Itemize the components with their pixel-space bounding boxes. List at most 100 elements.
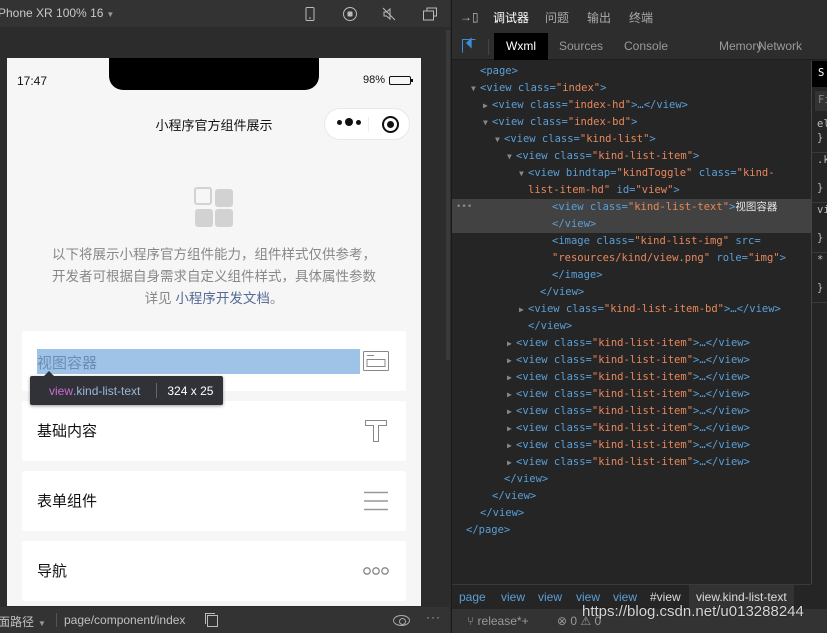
wxml-node[interactable]: </page> <box>452 522 811 539</box>
wxml-node[interactable]: ▶ <view class="kind-list-item">…</view> <box>452 403 811 420</box>
phone-icon[interactable] <box>302 6 318 22</box>
collapse-triangle-icon[interactable]: ▶ <box>507 403 512 420</box>
wxml-node[interactable]: </view> <box>452 318 811 335</box>
wxml-node[interactable]: ▼ <view class="index"> <box>452 80 811 97</box>
wxml-node-content: ▶ <view class="kind-list-item">…</view> <box>507 335 750 352</box>
tooltip-class: .kind-list-text <box>73 383 141 398</box>
wxml-node-content: ▼ <view bindtap="kindToggle" class="kind- <box>519 165 775 182</box>
wxml-node[interactable]: "resources/kind/view.png" role="img"> <box>452 250 811 267</box>
collapse-triangle-icon[interactable]: ▶ <box>507 437 512 454</box>
wxml-node[interactable]: ▶ <view class="kind-list-item">…</view> <box>452 369 811 386</box>
code-token: <view <box>516 388 548 400</box>
wxml-node[interactable]: ▶ <view class="index-hd">…</view> <box>452 97 811 114</box>
tab-output[interactable]: 输出 <box>587 9 611 26</box>
wxml-node-selected[interactable]: <view class="kind-list-text">视图容器 ••• <box>452 199 811 216</box>
more-actions-icon[interactable]: ••• <box>456 199 472 216</box>
close-circle-icon[interactable] <box>382 116 399 133</box>
collapse-triangle-icon[interactable]: ▶ <box>507 386 512 403</box>
expand-triangle-icon[interactable]: ▼ <box>471 80 476 97</box>
code-token: "index-bd" <box>567 116 632 128</box>
kind-list-label: 视图容器 <box>37 355 98 372</box>
wxml-node-selected[interactable]: </view> <box>452 216 811 233</box>
docs-link[interactable]: 小程序开发文档 <box>175 291 270 306</box>
page-path-select[interactable]: 面路径 ▼ <box>0 613 46 630</box>
tab-terminal[interactable]: 终端 <box>629 9 653 26</box>
window-icon[interactable] <box>422 6 438 22</box>
code-token: "kind-list-item" <box>591 439 694 451</box>
breadcrumb-item[interactable]: view <box>538 590 562 604</box>
code-token: </view> <box>492 490 537 502</box>
breadcrumb-item[interactable]: view <box>501 590 525 604</box>
expand-triangle-icon[interactable]: ▼ <box>495 131 500 148</box>
expand-triangle-icon[interactable]: ▼ <box>519 165 524 182</box>
styles-tab[interactable]: S <box>812 61 827 87</box>
wxml-node[interactable]: </view> <box>452 505 811 522</box>
wxml-node[interactable]: </view> <box>452 488 811 505</box>
collapse-triangle-icon[interactable]: ▶ <box>507 335 512 352</box>
tab-wxml[interactable]: Wxml <box>494 33 548 60</box>
style-rule: vi } <box>812 203 827 253</box>
collapse-triangle-icon[interactable]: ▶ <box>519 301 524 318</box>
tooltip-tag: view <box>49 383 74 398</box>
wxml-node[interactable]: </view> <box>452 284 811 301</box>
element-picker-icon[interactable] <box>462 39 476 53</box>
kind-list-item[interactable]: 导航 <box>22 541 406 601</box>
breadcrumb-item[interactable]: view <box>613 590 637 604</box>
tooltip-divider <box>156 383 158 398</box>
kind-list-label: 导航 <box>37 563 68 580</box>
record-stop-icon[interactable] <box>342 6 358 22</box>
tab-issues[interactable]: 问题 <box>545 9 569 26</box>
wxml-node[interactable]: </view> <box>452 471 811 488</box>
wxml-node[interactable]: ▶ <view class="kind-list-item">…</view> <box>452 352 811 369</box>
code-token: <page> <box>480 65 518 77</box>
collapse-triangle-icon[interactable]: ▶ <box>507 420 512 437</box>
wxml-node[interactable]: ▶ <view class="kind-list-item">…</view> <box>452 386 811 403</box>
wxml-node[interactable]: </image> <box>452 267 811 284</box>
git-branch[interactable]: ⑂ release*+ <box>467 614 529 628</box>
wxml-node-content: ▼ <view class="index"> <box>471 80 606 97</box>
wxml-node[interactable]: ▼ <view bindtap="kindToggle" class="kind- <box>452 165 811 182</box>
collapse-triangle-icon[interactable]: ▶ <box>483 97 488 114</box>
wxml-node[interactable]: ▶ <view class="kind-list-item">…</view> <box>452 335 811 352</box>
breadcrumb-item[interactable]: view <box>576 590 600 604</box>
wxml-node[interactable]: ▼ <view class="index-bd"> <box>452 114 811 131</box>
tab-sources[interactable]: Sources <box>547 33 615 60</box>
more-dots-icon[interactable] <box>337 118 361 126</box>
wxml-node[interactable]: ▶ <view class="kind-list-item-bd">…</view… <box>452 301 811 318</box>
device-select[interactable]: Phone XR 100% 16 ▼ <box>0 6 114 20</box>
tab-console[interactable]: Console <box>612 33 680 60</box>
wxml-node[interactable]: ▶ <view class="kind-list-item">…</view> <box>452 420 811 437</box>
breadcrumb-item[interactable]: #view <box>650 590 681 604</box>
wxml-node[interactable]: ▶ <view class="kind-list-item">…</view> <box>452 437 811 454</box>
kind-list-label: 基础内容 <box>37 423 98 440</box>
code-token: bindtap= <box>559 167 617 179</box>
breadcrumb-item[interactable]: page <box>459 590 486 604</box>
more-icon[interactable]: ··· <box>426 610 441 624</box>
mute-icon[interactable] <box>381 6 397 22</box>
wxml-node[interactable]: <page> <box>452 63 811 80</box>
styles-filter-input[interactable]: Fi <box>815 91 827 111</box>
wxml-node[interactable]: ▶ <view class="kind-list-item">…</view> <box>452 454 811 471</box>
tab-network[interactable]: Network <box>746 33 814 60</box>
wxml-node[interactable]: ▼ <view class="kind-list"> <box>452 131 811 148</box>
expand-triangle-icon[interactable]: ▼ <box>507 148 512 165</box>
collapse-triangle-icon[interactable]: ▶ <box>507 454 512 471</box>
tab-debugger[interactable]: 调试器 <box>493 9 530 34</box>
kind-list-item[interactable]: 基础内容 <box>22 401 406 461</box>
collapse-triangle-icon[interactable]: ▶ <box>507 369 512 386</box>
wxml-node-content: </view> <box>504 471 548 488</box>
kind-list-item[interactable]: 表单组件 <box>22 471 406 531</box>
phone-screen: 17:47 98% 小程序官方组件展示 以下将展示小程序官方组件能力，组件样式仅… <box>7 58 421 606</box>
wxml-node[interactable]: <image class="kind-list-img" src= <box>452 233 811 250</box>
wxml-node[interactable]: ▼ <view class="kind-list-item"> <box>452 148 811 165</box>
code-token: > <box>673 184 680 196</box>
expand-triangle-icon[interactable]: ▼ <box>483 114 488 131</box>
eye-icon[interactable] <box>393 615 410 626</box>
collapse-triangle-icon[interactable]: ▶ <box>507 352 512 369</box>
simulator-scrollbar[interactable] <box>446 30 450 360</box>
wxml-node-content: <page> <box>480 63 518 80</box>
dock-toggle-icon[interactable]: →▯ <box>460 10 479 24</box>
code-token: >…</view> <box>723 303 781 315</box>
copy-icon[interactable] <box>205 613 218 627</box>
wxml-node[interactable]: list-item-hd" id="view"> <box>452 182 811 199</box>
